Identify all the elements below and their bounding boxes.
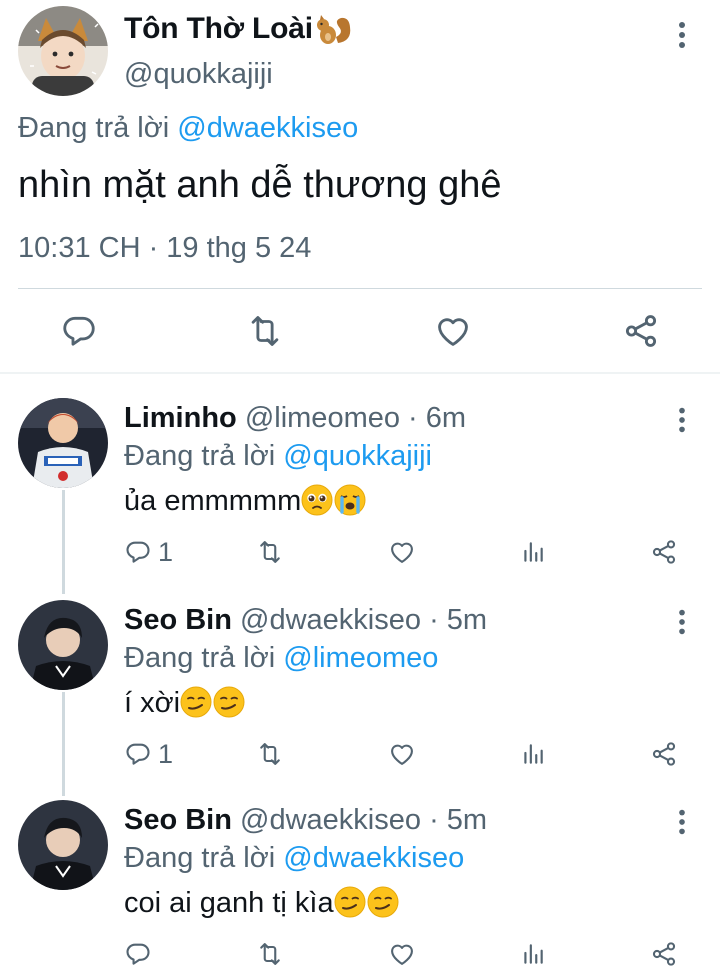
pleading-face-emoji [301,484,333,516]
heart-icon[interactable] [434,312,474,352]
user-handle[interactable]: @dwaekkiseo [240,804,421,836]
retweet-icon[interactable] [256,738,284,770]
replying-label: Đang trả lời [124,440,276,472]
reply-actions: 1 [124,738,684,778]
retweet-icon[interactable] [256,536,284,568]
more-vertical-icon[interactable] [670,18,694,52]
reply-actions: 1 [124,536,684,576]
smirk-face-emoji [180,686,212,718]
reply-header: Seo Bin @dwaekkiseo · 5m [124,604,487,637]
replying-to-link[interactable]: @dwaekkiseo [177,112,358,144]
avatar-dwaekkiseo[interactable] [18,800,108,890]
smirk-face-emoji [334,886,366,918]
display-name[interactable]: Liminho [124,402,237,434]
reply-header: Liminho @limeomeo · 6m [124,402,466,435]
reply-text: coi ai ganh tị kìa [124,886,400,920]
replying-to-line: Đang trả lời @quokkajiji [124,440,432,473]
user-handle[interactable]: @dwaekkiseo [240,604,421,636]
views-chart-icon[interactable] [520,938,546,970]
reply-tweet[interactable]: Liminho @limeomeo · 6m Đang trả lời @quo… [0,398,720,598]
more-vertical-icon[interactable] [670,806,694,838]
tweet-timestamp[interactable]: 10:31 CH · 19 thg 5 24 [18,232,311,265]
replying-label: Đang trả lời [124,642,276,674]
reply-text-content: ủa emmmmm [124,485,302,517]
comment-icon[interactable] [60,312,100,352]
share-icon[interactable] [650,938,678,970]
replying-to-link[interactable]: @limeomeo [283,642,438,674]
comment-icon [124,538,152,566]
reply-time[interactable]: · 6m [408,402,466,434]
reply-header: Seo Bin @dwaekkiseo · 5m [124,804,487,837]
avatar-quokkajiji[interactable] [18,6,108,96]
display-name[interactable]: Seo Bin [124,604,232,636]
share-icon[interactable] [622,312,662,352]
display-name[interactable]: Seo Bin [124,804,232,836]
reply-tweet[interactable]: Seo Bin @dwaekkiseo · 5m Đang trả lời @l… [0,600,720,800]
reply-time[interactable]: · 5m [429,604,487,636]
reply-text-content: coi ai ganh tị kìa [124,887,334,919]
comment-icon [124,740,152,768]
retweet-icon[interactable] [256,938,284,970]
replying-to-link[interactable]: @dwaekkiseo [283,842,464,874]
display-name[interactable]: Tôn Thờ Loài [124,12,313,46]
comment-button[interactable]: 1 [124,536,173,568]
views-chart-icon[interactable] [520,536,546,568]
share-icon[interactable] [650,738,678,770]
avatar-limeomeo[interactable] [18,398,108,488]
replying-to-line: Đang trả lời @dwaekkiseo [18,112,358,145]
retweet-icon[interactable] [246,312,286,352]
heart-icon[interactable] [388,536,416,568]
reply-count: 1 [158,536,174,567]
heart-icon[interactable] [388,738,416,770]
smirk-face-emoji [213,686,245,718]
replying-to-link[interactable]: @quokkajiji [283,440,432,472]
replying-label: Đang trả lời [18,112,170,144]
reply-tweet[interactable]: Seo Bin @dwaekkiseo · 5m Đang trả lời @d… [0,800,720,980]
squirrel-icon [314,13,354,47]
more-vertical-icon[interactable] [670,606,694,638]
divider [18,288,702,289]
reply-count: 1 [158,738,174,769]
replying-label: Đang trả lời [124,842,276,874]
user-handle[interactable]: @limeomeo [245,402,400,434]
avatar-dwaekkiseo[interactable] [18,600,108,690]
crying-face-emoji [334,484,366,516]
user-handle[interactable]: @quokkajiji [124,58,273,91]
reply-actions [124,938,684,978]
heart-icon[interactable] [388,938,416,970]
comment-button[interactable]: 1 [124,738,173,770]
more-vertical-icon[interactable] [670,404,694,436]
section-separator [0,372,720,374]
reply-time[interactable]: · 5m [429,804,487,836]
replying-to-line: Đang trả lời @limeomeo [124,642,438,675]
share-icon[interactable] [650,536,678,568]
reply-text: ủa emmmmm [124,484,367,518]
smirk-face-emoji [367,886,399,918]
main-tweet: Tôn Thờ Loài @quokkajiji Đang trả lời @d… [0,0,720,372]
comment-icon [124,940,152,968]
reply-text: í xời [124,686,246,720]
tweet-text: nhìn mặt anh dễ thương ghê [18,164,502,206]
replying-to-line: Đang trả lời @dwaekkiseo [124,842,464,875]
comment-button[interactable] [124,938,158,970]
reply-text-content: í xời [124,687,181,719]
views-chart-icon[interactable] [520,738,546,770]
